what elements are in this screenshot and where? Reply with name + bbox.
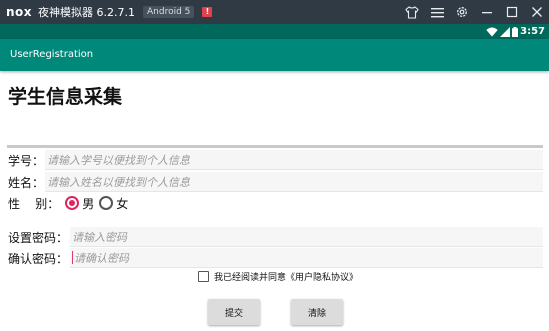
- emulator-title: 夜神模拟器 6.2.7.1: [38, 6, 136, 19]
- gender-radio-male[interactable]: 男: [65, 195, 94, 212]
- close-icon[interactable]: [525, 0, 549, 24]
- password-input[interactable]: 请输入密码: [70, 227, 543, 247]
- confirm-password-row: 确认密码：: [8, 248, 68, 268]
- student-id-row: 学号：: [8, 150, 44, 170]
- clear-button[interactable]: 清除: [291, 299, 343, 325]
- signal-icon: [500, 26, 511, 37]
- nox-logo: nox: [6, 5, 33, 19]
- name-row: 姓名：: [8, 172, 44, 192]
- agreement-checkbox-row[interactable]: 我已经阅读并同意《用户隐私协议》: [198, 269, 358, 283]
- wifi-icon: [486, 27, 498, 36]
- menu-icon[interactable]: [425, 0, 449, 24]
- name-label: 姓名：: [8, 175, 45, 190]
- student-id-label: 学号：: [8, 153, 45, 168]
- radio-checked-icon: [65, 196, 80, 210]
- gender-row: 性 别： 男 女: [8, 193, 128, 213]
- gear-icon[interactable]: [450, 0, 474, 24]
- agreement-label: 我已经阅读并同意《用户隐私协议》: [214, 272, 359, 283]
- action-bar: UserRegistration: [0, 39, 549, 71]
- gender-female-label: 女: [116, 196, 129, 211]
- alert-badge[interactable]: !: [202, 7, 213, 17]
- shirt-icon[interactable]: [400, 0, 424, 24]
- android-version-badge: Android 5: [143, 6, 195, 18]
- emulator-title-bar: nox 夜神模拟器 6.2.7.1 Android 5 !: [0, 0, 549, 24]
- status-icons: 3:57: [486, 24, 545, 39]
- gender-label: 性 别：: [8, 196, 60, 211]
- password-row: 设置密码：: [8, 227, 68, 247]
- confirm-password-input[interactable]: 请确认密码: [70, 248, 543, 268]
- confirm-password-label: 确认密码：: [8, 251, 69, 266]
- android-status-bar: 3:57: [0, 24, 549, 39]
- maximize-icon[interactable]: [500, 0, 524, 24]
- gender-radio-female[interactable]: 女: [99, 195, 128, 212]
- password-label: 设置密码：: [8, 230, 69, 245]
- gender-male-label: 男: [82, 196, 95, 211]
- submit-button[interactable]: 提交: [208, 299, 260, 325]
- student-id-input[interactable]: 请输入学号以便找到个人信息: [45, 150, 543, 170]
- minimize-icon[interactable]: [475, 0, 499, 24]
- battery-icon: [512, 26, 519, 37]
- status-time: 3:57: [520, 26, 545, 37]
- name-input[interactable]: 请输入姓名以便找到个人信息: [45, 172, 543, 192]
- page-title: 学生信息采集: [8, 86, 123, 108]
- radio-unchecked-icon: [99, 196, 114, 210]
- divider: [7, 145, 543, 148]
- window-controls: [399, 0, 549, 24]
- app-title: UserRegistration: [10, 49, 94, 60]
- agreement-checkbox[interactable]: [198, 270, 209, 282]
